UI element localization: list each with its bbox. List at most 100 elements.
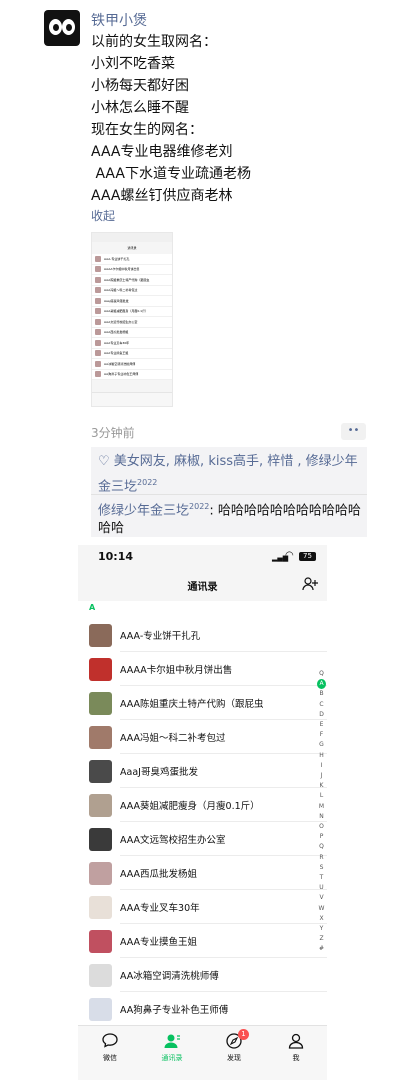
- index-letter[interactable]: R: [317, 853, 326, 863]
- index-letter[interactable]: J: [317, 771, 326, 781]
- tab-chats[interactable]: 微信: [90, 1032, 130, 1063]
- tab-me[interactable]: 我: [276, 1032, 316, 1063]
- post-image[interactable]: 通讯录 AAA-专业饼干扎孔 AAAA卡尔姐中秋月饼出售 AAA陈姐重庆土特产代购（…: [91, 232, 173, 407]
- contact-row[interactable]: AAA冯姐～科二补考包过: [78, 720, 327, 754]
- add-friend-icon[interactable]: [302, 576, 318, 592]
- likes-text[interactable]: 美女网友, 麻椒, kiss高手, 梓惜 , 修绿少年金三圪: [98, 454, 358, 494]
- index-letter[interactable]: C: [317, 700, 326, 710]
- contact-name: AAA西瓜批发杨姐: [120, 869, 198, 880]
- comment-reply[interactable]: 修绿少年金三圪2022: 哈哈哈哈哈哈哈哈哈哈哈哈哈: [98, 498, 366, 538]
- contact-row[interactable]: AAA陈姐重庆土特产代购（跟屁虫: [78, 686, 327, 720]
- thumb-avatar: [95, 308, 101, 315]
- index-letter[interactable]: I: [317, 761, 326, 771]
- contact-row[interactable]: AA狗鼻子专业补色王师傅: [78, 992, 327, 1026]
- more-button[interactable]: ••: [341, 423, 366, 440]
- index-letter[interactable]: T: [317, 873, 326, 883]
- index-letter[interactable]: E: [317, 720, 326, 730]
- thumb-row: AAA专业摸鱼王姐: [92, 348, 172, 359]
- index-letter[interactable]: G: [317, 740, 326, 750]
- contact-row[interactable]: AaaJ哥臭鸡蛋批发: [78, 754, 327, 788]
- thumb-row-label: AAA专业叉车30年: [104, 340, 130, 345]
- index-letter[interactable]: V: [317, 893, 326, 903]
- contact-avatar: [89, 828, 112, 851]
- index-letter[interactable]: U: [317, 883, 326, 893]
- index-letter[interactable]: D: [317, 710, 326, 720]
- contact-row[interactable]: AAA西瓜批发杨姐: [78, 856, 327, 890]
- post-line: 小刘不吃香菜: [91, 56, 175, 72]
- comment-box: ♡ 美女网友, 麻椒, kiss高手, 梓惜 , 修绿少年金三圪2022 修绿少…: [91, 447, 367, 537]
- thumb-avatar: [95, 318, 101, 325]
- contact-row[interactable]: AA冰箱空调清洗桃师傅: [78, 958, 327, 992]
- index-letter[interactable]: A: [317, 679, 326, 690]
- tab-label: 发现: [227, 1054, 241, 1062]
- wifi-icon: ◠: [285, 550, 294, 561]
- thumb-nav: [92, 392, 172, 406]
- thumb-avatar: [95, 371, 101, 378]
- thumb-row-label: AAA-专业饼干扎孔: [104, 256, 130, 261]
- index-letter[interactable]: Z: [317, 934, 326, 944]
- contact-avatar: [89, 964, 112, 987]
- eye-icon: [49, 19, 62, 35]
- post-line: 小杨每天都好困: [91, 78, 189, 94]
- thumb-row: AAA冯姐～科二补考包过: [92, 285, 172, 296]
- index-letter[interactable]: X: [317, 914, 326, 924]
- thumb-row: AAAA卡尔姐中秋月饼出售: [92, 264, 172, 275]
- contact-avatar: [89, 726, 112, 749]
- likes-sup: 2022: [137, 478, 158, 487]
- thumb-row: AA狗鼻子专业补色王师傅: [92, 369, 172, 380]
- collapse-link[interactable]: 收起: [91, 207, 115, 224]
- index-letter[interactable]: Q: [317, 842, 326, 852]
- thumb-avatar: [95, 339, 101, 346]
- index-letter[interactable]: O: [317, 822, 326, 832]
- contact-avatar: [89, 930, 112, 953]
- thumb-status-bar: [92, 233, 172, 242]
- index-letter[interactable]: F: [317, 730, 326, 740]
- index-letter[interactable]: M: [317, 802, 326, 812]
- contact-name: AAA专业叉车30年: [120, 903, 200, 914]
- thumb-row: AaaJ哥臭鸡蛋批发: [92, 296, 172, 307]
- reply-author[interactable]: 修绿少年金三圪: [98, 503, 189, 518]
- contact-row[interactable]: AAA文远驾校招生办公室: [78, 822, 327, 856]
- contact-row[interactable]: AAA专业叉车30年: [78, 890, 327, 924]
- thumb-row-label: AAA专业摸鱼王姐: [104, 351, 129, 356]
- thumb-avatar: [95, 266, 101, 273]
- tab-label: 微信: [103, 1054, 117, 1062]
- thumb-row-label: AAA葵姐减肥瘦身（月瘦0.1斤）: [104, 309, 149, 314]
- contact-row[interactable]: AAA专业摸鱼王姐: [78, 924, 327, 958]
- thumb-avatar: [95, 297, 101, 304]
- post-line: AAA下水道专业疏通老杨: [91, 166, 251, 182]
- status-bar: 10:14 ▂▄▆ ◠ 75: [78, 545, 327, 569]
- contact-row[interactable]: AAA葵姐减肥瘦身（月瘦0.1斤）: [78, 788, 327, 822]
- thumb-row-label: AA冰箱空调清洗桃师傅: [104, 361, 136, 366]
- index-letter[interactable]: B: [317, 689, 326, 699]
- contact-row[interactable]: AAA-专业饼干扎孔: [78, 618, 327, 652]
- thumb-title: 通讯录: [92, 242, 172, 254]
- alpha-index[interactable]: Q A B C D E F G H I J K L M N O P Q R S T U V W X Y Z #: [317, 669, 326, 955]
- index-letter[interactable]: K: [317, 781, 326, 791]
- section-header: A: [78, 601, 327, 615]
- tab-discover[interactable]: 1 发现: [214, 1029, 254, 1063]
- index-letter[interactable]: P: [317, 832, 326, 842]
- index-letter[interactable]: Q: [317, 669, 326, 679]
- index-letter[interactable]: W: [317, 904, 326, 914]
- contact-name: AA狗鼻子专业补色王师傅: [120, 1005, 229, 1016]
- index-letter[interactable]: S: [317, 863, 326, 873]
- thumb-row: AAA-专业饼干扎孔: [92, 254, 172, 265]
- contact-avatar: [89, 624, 112, 647]
- notification-badge: 1: [238, 1029, 249, 1040]
- thumb-avatar: [95, 350, 101, 357]
- contact-row[interactable]: AAAA卡尔姐中秋月饼出售: [78, 652, 327, 686]
- index-letter[interactable]: Y: [317, 924, 326, 934]
- tab-contacts[interactable]: 通讯录: [152, 1032, 192, 1063]
- index-letter[interactable]: N: [317, 812, 326, 822]
- contact-avatar: [89, 658, 112, 681]
- thumb-avatar: [95, 276, 101, 283]
- index-letter[interactable]: H: [317, 751, 326, 761]
- index-letter[interactable]: #: [317, 944, 326, 954]
- contacts-icon: [164, 1034, 180, 1048]
- author-name[interactable]: 铁甲小煲: [91, 10, 147, 30]
- index-letter[interactable]: L: [317, 791, 326, 801]
- post-time: 3分钟前: [91, 426, 135, 440]
- author-avatar[interactable]: [44, 10, 80, 46]
- contact-name: AAA陈姐重庆土特产代购（跟屁虫: [120, 699, 264, 710]
